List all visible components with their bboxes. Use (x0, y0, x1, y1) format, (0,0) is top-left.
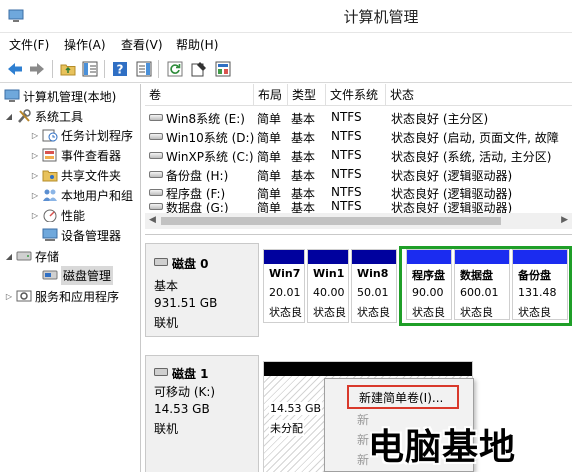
clock-calendar-icon (42, 129, 58, 142)
tools-icon (18, 109, 31, 123)
tree-item-event-viewer[interactable]: ▷ 事件查看器 (30, 145, 121, 165)
menu-help[interactable]: 帮助(H) (176, 36, 218, 53)
tree-item-task-scheduler[interactable]: ▷ 任务计划程序 (30, 125, 133, 145)
users-icon (43, 189, 57, 201)
performance-icon (43, 209, 57, 222)
help-icon[interactable]: ? (110, 59, 130, 79)
navigation-tree: 计算机管理(本地) ◢ 系统工具 ▷ 任务计划程序 ▷ 事件查看器 ▷ 共享文件… (0, 84, 141, 472)
tree-item-system-tools[interactable]: ◢ 系统工具 (4, 106, 83, 126)
column-header-volume[interactable]: 卷 (145, 84, 254, 106)
window-title: 计算机管理 (343, 8, 419, 26)
drive-icon (149, 171, 163, 178)
table-row[interactable]: Win8系统 (E:) 简单 基本 NTFS 状态良好 (主分区) (145, 108, 572, 127)
new-simple-volume-menu-item[interactable]: 新建简单卷(I)... (347, 385, 459, 409)
drive-icon (149, 152, 163, 159)
expand-arrow-icon[interactable]: ▷ (30, 191, 40, 200)
drive-icon (149, 114, 163, 121)
scroll-left-icon[interactable]: ◀ (149, 215, 156, 225)
svg-text:?: ? (117, 63, 124, 77)
shared-folder-icon (42, 170, 58, 182)
back-arrow-icon[interactable] (5, 59, 25, 79)
drive-icon (149, 203, 163, 210)
tree-item-services-apps[interactable]: ▷ 服务和应用程序 (4, 286, 119, 306)
partition-data[interactable]: 数据盘 600.01 状态良 (454, 249, 510, 320)
table-row[interactable]: Win10系统 (D:) 简单 基本 NTFS 状态良好 (启动, 页面文件, … (145, 127, 572, 146)
show-hide-tree-icon[interactable] (80, 59, 100, 79)
tree-item-shared-folders[interactable]: ▷ 共享文件夹 (30, 165, 121, 185)
show-action-pane-icon[interactable] (134, 59, 154, 79)
services-icon (16, 290, 32, 302)
column-header-type[interactable]: 类型 (288, 84, 326, 106)
properties-icon[interactable] (189, 59, 209, 79)
tree-item-storage[interactable]: ◢ 存储 (4, 246, 59, 266)
forward-arrow-icon[interactable] (27, 59, 47, 79)
drive-icon (149, 133, 163, 140)
collapse-arrow-icon[interactable]: ◢ (4, 112, 14, 121)
column-header-status[interactable]: 状态 (386, 84, 572, 106)
refresh-icon[interactable] (165, 59, 185, 79)
table-row[interactable]: 备份盘 (H:) 简单 基本 NTFS 状态良好 (逻辑驱动器) (145, 165, 572, 184)
volume-list: 卷 布局 类型 文件系统 状态 Win8系统 (E:) 简单 基本 NTFS 状… (145, 84, 572, 229)
partition-backup[interactable]: 备份盘 131.48 状态良 (512, 249, 568, 320)
column-header-layout[interactable]: 布局 (254, 84, 288, 106)
menu-file[interactable]: 文件(F) (9, 36, 49, 53)
table-row[interactable]: WinXP系统 (C:) 简单 基本 NTFS 状态良好 (系统, 活动, 主分… (145, 146, 572, 165)
menu-view[interactable]: 查看(V) (121, 36, 163, 53)
expand-arrow-icon[interactable]: ▷ (30, 211, 40, 220)
expand-arrow-icon[interactable]: ▷ (4, 292, 14, 301)
drive-icon (149, 189, 163, 196)
watermark-text: 电脑基地 (368, 427, 517, 468)
disk-icon (154, 258, 168, 266)
scroll-right-icon[interactable]: ▶ (561, 215, 568, 225)
partition-win8[interactable]: Win8 50.01 状态良 (351, 249, 397, 323)
tree-item-disk-management[interactable]: 磁盘管理 (40, 265, 114, 285)
tree-root[interactable]: 计算机管理(本地) (2, 86, 116, 106)
horizontal-scrollbar[interactable]: ◀ ▶ (145, 213, 572, 229)
partition-win10[interactable]: Win1 40.00 状态良 (307, 249, 349, 323)
expand-arrow-icon[interactable]: ▷ (30, 171, 40, 180)
export-icon[interactable] (213, 59, 233, 79)
tree-item-device-manager[interactable]: 设备管理器 (40, 225, 121, 245)
disk-management-icon (42, 270, 58, 280)
disk-1-label[interactable]: 磁盘 1 可移动 (K:) 14.53 GB 联机 (145, 355, 259, 472)
toolbar: ? (0, 55, 572, 83)
computer-management-icon (4, 89, 20, 102)
removable-disk-icon (154, 368, 168, 376)
partition-program[interactable]: 程序盘 90.00 状态良 (406, 249, 452, 320)
partition-win7[interactable]: Win7 20.01 状态良 (263, 249, 305, 323)
column-header-filesystem[interactable]: 文件系统 (326, 84, 386, 106)
menu-bar: 文件(F) 操作(A) 查看(V) 帮助(H) (0, 33, 572, 55)
device-manager-icon (42, 228, 58, 241)
event-viewer-icon (42, 148, 57, 162)
title-bar: 计算机管理 (0, 0, 572, 33)
scrollbar-thumb[interactable] (161, 217, 501, 225)
tree-item-performance[interactable]: ▷ 性能 (30, 205, 85, 225)
disk-0-label[interactable]: 磁盘 0 基本 931.51 GB 联机 (145, 243, 259, 337)
storage-icon (16, 251, 32, 261)
tree-item-local-users[interactable]: ▷ 本地用户和组 (30, 185, 133, 205)
expand-arrow-icon[interactable]: ▷ (30, 131, 40, 140)
folder-up-icon[interactable] (58, 59, 78, 79)
collapse-arrow-icon[interactable]: ◢ (4, 252, 14, 261)
menu-action[interactable]: 操作(A) (64, 36, 106, 53)
expand-arrow-icon[interactable]: ▷ (30, 151, 40, 160)
volume-list-header: 卷 布局 类型 文件系统 状态 (145, 84, 572, 106)
